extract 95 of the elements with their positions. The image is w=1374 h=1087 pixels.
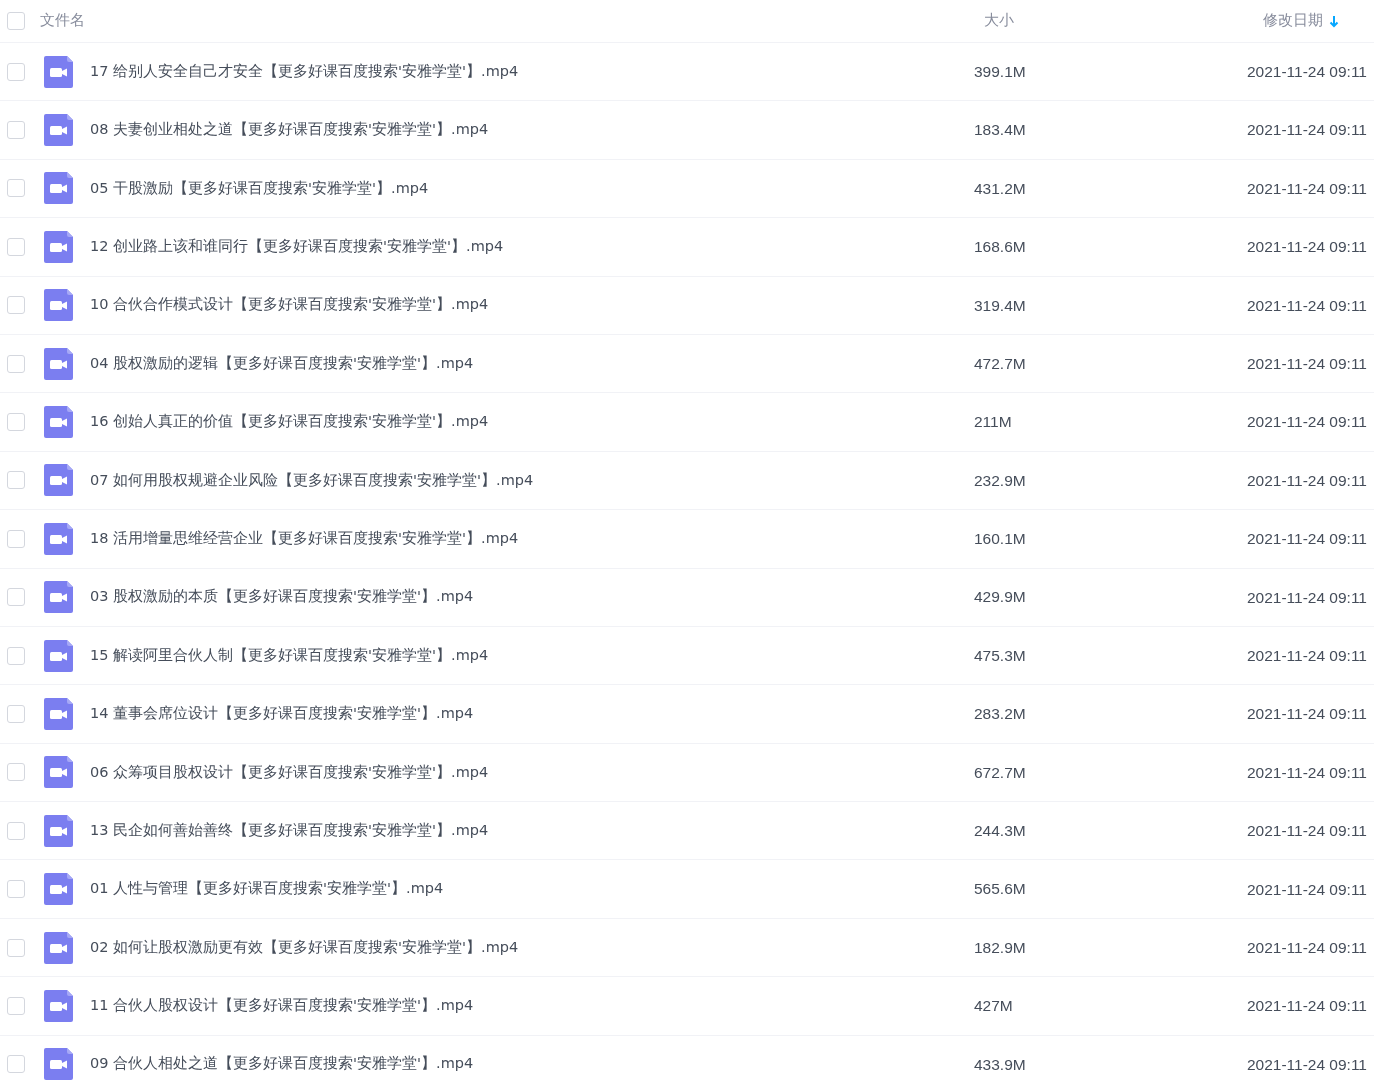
file-name[interactable]: 18 活用增量思维经营企业【更多好课百度搜索'安雅学堂'】.mp4 [90,527,519,550]
file-size: 319.4M [974,296,1026,314]
checkbox[interactable] [7,62,25,81]
video-file-icon [44,698,73,730]
file-size: 211M [974,413,1012,431]
video-file-icon [44,464,73,497]
modified-date: 2021-11-24 09:11 [1246,529,1367,550]
modified-date: 2021-11-24 09:11 [1246,237,1367,258]
file-size: 399.1M [974,62,1026,80]
file-name[interactable]: 04 股权激励的逻辑【更多好课百度搜索'安雅学堂'】.mp4 [90,352,474,375]
checkbox[interactable] [7,938,25,957]
file-name[interactable]: 05 干股激励【更多好课百度搜索'安雅学堂'】.mp4 [90,177,429,200]
checkbox[interactable] [7,1055,25,1074]
file-size: 283.2M [974,705,1026,723]
file-name[interactable]: 13 民企如何善始善终【更多好课百度搜索'安雅学堂'】.mp4 [90,819,489,842]
checkbox[interactable] [7,588,25,607]
video-file-icon [44,114,73,147]
video-file-icon [44,639,73,672]
modified-date: 2021-11-24 09:11 [1246,937,1367,958]
file-size: 232.9M [974,471,1026,489]
checkbox[interactable] [7,354,25,373]
file-name[interactable]: 03 股权激励的本质【更多好课百度搜索'安雅学堂'】.mp4 [90,586,474,609]
modified-date: 2021-11-24 09:11 [1246,645,1367,666]
video-file-icon [44,814,73,847]
file-name[interactable]: 02 如何让股权激励更有效【更多好课百度搜索'安雅学堂'】.mp4 [90,936,519,959]
checkbox[interactable] [7,296,25,315]
modified-date: 2021-11-24 09:11 [1246,178,1367,199]
checkbox[interactable] [7,646,25,665]
file-size: 183.4M [974,121,1026,139]
video-file-icon [44,1048,73,1081]
file-size: 427M [974,997,1013,1015]
modified-date: 2021-11-24 09:11 [1246,62,1367,83]
modified-date: 2021-11-24 09:11 [1246,879,1367,900]
video-file-icon [44,873,73,906]
checkbox[interactable] [7,996,25,1015]
modified-date: 2021-11-24 09:11 [1246,412,1367,433]
video-file-icon [44,230,73,263]
file-size: 168.6M [974,238,1026,256]
file-name[interactable]: 11 合伙人股权设计【更多好课百度搜索'安雅学堂'】.mp4 [90,995,474,1017]
file-name[interactable]: 10 合伙合作模式设计【更多好课百度搜索'安雅学堂'】.mp4 [90,294,489,317]
file-size: 565.6M [974,880,1026,898]
file-size: 431.2M [974,179,1026,197]
file-size: 475.3M [974,646,1026,664]
modified-date: 2021-11-24 09:11 [1246,762,1367,783]
file-size: 672.7M [974,763,1026,781]
video-file-icon [44,756,73,789]
checkbox[interactable] [7,471,25,490]
file-size: 472.7M [974,354,1026,372]
modified-date: 2021-11-24 09:11 [1246,354,1367,374]
file-name[interactable]: 14 董事会席位设计【更多好课百度搜索'安雅学堂'】.mp4 [90,703,474,725]
modified-date: 2021-11-24 09:11 [1246,821,1367,842]
file-size: 433.9M [974,1055,1026,1073]
file-size: 244.3M [974,822,1026,839]
video-file-icon [44,347,73,380]
checkbox[interactable] [7,237,25,256]
modified-date: 2021-11-24 09:11 [1246,120,1367,141]
file-name[interactable]: 07 如何用股权规避企业风险【更多好课百度搜索'安雅学堂'】.mp4 [90,469,534,492]
file-size: 429.9M [974,588,1026,606]
modified-date: 2021-11-24 09:11 [1246,295,1367,316]
file-size: 160.1M [974,530,1026,548]
checkbox[interactable] [7,763,25,782]
video-file-icon [44,406,73,439]
video-file-icon [44,989,73,1022]
checkbox[interactable] [7,529,25,548]
file-name[interactable]: 15 解读阿里合伙人制【更多好课百度搜索'安雅学堂'】.mp4 [90,644,489,667]
checkbox[interactable] [7,413,25,432]
checkbox[interactable] [7,12,25,30]
modified-date: 2021-11-24 09:11 [1246,587,1367,608]
modified-date: 2021-11-24 09:11 [1246,996,1367,1017]
file-size: 182.9M [974,938,1026,956]
modified-date: 2021-11-24 09:11 [1246,704,1367,725]
arrow-down-icon[interactable] [1329,14,1339,28]
checkbox[interactable] [7,179,25,198]
file-name[interactable]: 08 夫妻创业相处之道【更多好课百度搜索'安雅学堂'】.mp4 [90,119,489,141]
column-header[interactable]: 大小 [984,12,1014,29]
video-file-icon [44,172,73,205]
video-file-icon [44,931,73,964]
file-name[interactable]: 06 众筹项目股权设计【更多好课百度搜索'安雅学堂'】.mp4 [90,761,489,784]
checkbox[interactable] [7,705,25,723]
checkbox[interactable] [7,821,25,840]
file-name[interactable]: 16 创始人真正的价值【更多好课百度搜索'安雅学堂'】.mp4 [90,411,489,433]
modified-date: 2021-11-24 09:11 [1246,1054,1367,1075]
video-file-icon [44,289,73,322]
file-name[interactable]: 01 人性与管理【更多好课百度搜索'安雅学堂'】.mp4 [90,878,444,901]
modified-date: 2021-11-24 09:11 [1246,470,1367,491]
file-name[interactable]: 12 创业路上该和谁同行【更多好课百度搜索'安雅学堂'】.mp4 [90,236,504,258]
checkbox[interactable] [7,121,25,140]
column-header[interactable]: 文件名 [40,10,85,32]
video-file-icon [44,522,73,555]
video-file-icon [44,581,73,614]
video-file-icon [44,55,73,88]
file-name[interactable]: 17 给别人安全自己才安全【更多好课百度搜索'安雅学堂'】.mp4 [90,60,519,83]
checkbox[interactable] [7,880,25,899]
file-name[interactable]: 09 合伙人相处之道【更多好课百度搜索'安雅学堂'】.mp4 [90,1053,474,1076]
column-header[interactable]: 修改日期 [1263,10,1323,32]
